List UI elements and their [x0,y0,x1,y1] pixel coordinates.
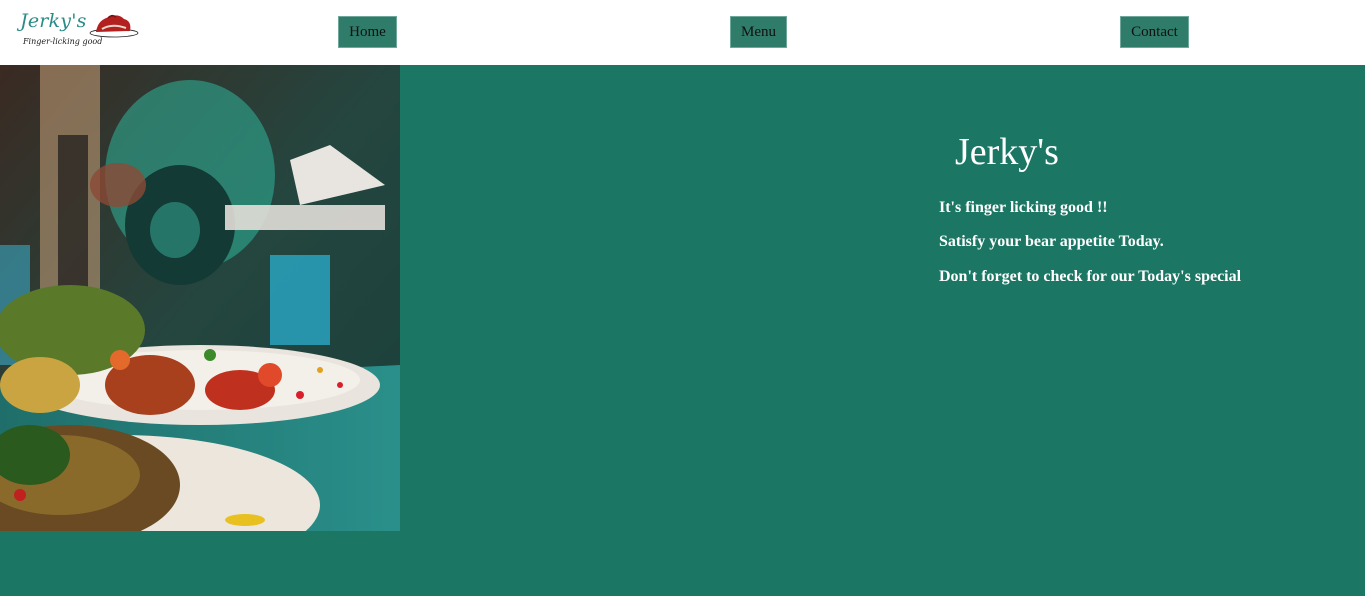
intro-line-2: Satisfy your bear appetite Today. [939,233,1164,250]
nav-menu-button[interactable]: Menu [730,16,787,48]
logo-title: Jerky's [20,10,87,32]
intro-line-3: Don't forget to check for our Today's sp… [939,268,1242,285]
intro-line-1: It's finger licking good !! [939,199,1108,216]
food-plate-photo [0,65,400,531]
logo[interactable]: Jerky's Finger-licking good [18,10,143,54]
nav-contact-button[interactable]: Contact [1120,16,1189,48]
hero-food-image [0,65,400,531]
nav-home-button[interactable]: Home [338,16,397,48]
brand-heading: Jerky's [955,131,1059,173]
top-navigation-bar: Jerky's Finger-licking good Home Menu Co… [0,0,1365,65]
chef-hat-icon [89,14,139,38]
